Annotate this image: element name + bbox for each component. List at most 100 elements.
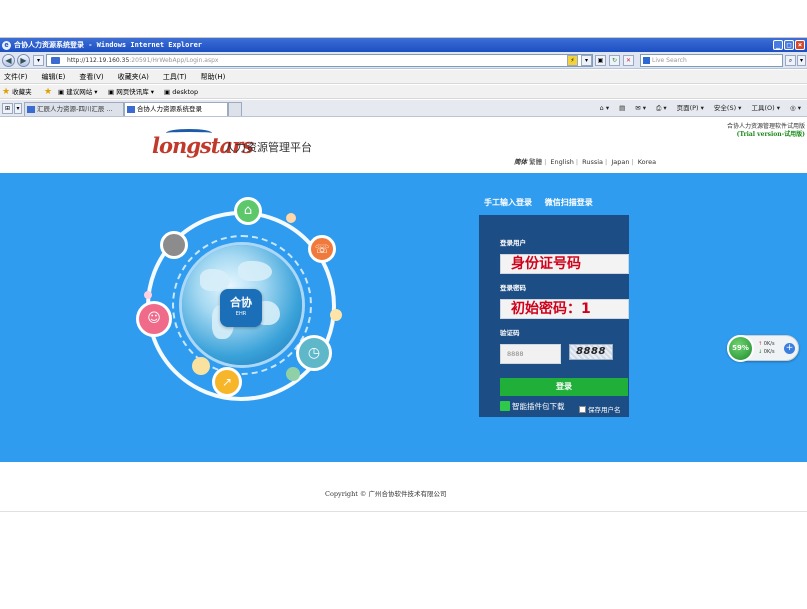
tab-wechat-login[interactable]: 微信扫描登录 [545,198,593,207]
trial-notice: (Trial version-试用版) [736,131,805,138]
minimize-icon[interactable]: _ [773,40,783,50]
ehr-badge: 合协 EHR [220,289,262,327]
favorites-add-icon[interactable]: ★ [44,85,52,99]
print-icon[interactable]: ⎙ ▾ [656,100,667,117]
network-monitor-widget[interactable]: 59% ↑ 0K/s ↓ 0K/s + [727,335,799,362]
tab-page-icon [127,106,135,113]
favorites-bar: ★ 收藏夹 ★ ▣ 建议网站 ▾ ▣ 网页快讯库 ▾ ▣ desktop [0,85,807,99]
add-favorite-icon: ★ [44,87,53,97]
login-button[interactable]: 登录 [500,378,628,396]
menu-edit[interactable]: 编辑(E) [42,70,66,83]
search-options-icon[interactable]: ▾ [797,55,806,66]
clock-bubble-icon: ◷ [296,335,332,371]
fav-web-slice[interactable]: ▣ 网页快讯库 ▾ [108,85,154,99]
login-banner: 合协 EHR ⌂ ☏ ☺ ◷ ↗ 手工输入登录 微信扫描登录 登录用户 身份证号… [0,173,807,462]
home-bubble-icon: ⌂ [234,197,262,225]
platform-title: 人力资源管理平台 [224,141,312,154]
phone-bubble-icon: ☏ [308,235,336,263]
search-placeholder: Live Search [652,57,687,64]
menu-view[interactable]: 查看(V) [79,70,103,83]
search-icon[interactable]: ⌕ [785,55,796,66]
captcha-input[interactable]: 8888 [500,344,561,364]
deco-dot-icon [192,357,210,375]
deco-dot-icon [330,309,342,321]
history-dropdown-icon[interactable]: ▾ [33,55,44,66]
command-bar: ⌂ ▾ ▤ ✉ ▾ ⎙ ▾ 页面(P) ▾ 安全(S) ▾ 工具(O) ▾ ◎ … [600,100,801,117]
safety-menu[interactable]: 安全(S) ▾ [714,100,742,117]
people-bubble-icon: ☺ [136,301,172,337]
window-title: 合协人力资源系统登录 - Windows Internet Explorer [14,41,203,49]
username-input[interactable]: 身份证号码 [500,254,629,274]
tools-menu[interactable]: 工具(O) ▾ [751,100,780,117]
address-path: :20591/HrWebApp/Login.aspx [129,57,219,64]
new-tab-button[interactable] [228,102,242,116]
network-usage-gauge: 59% [727,335,754,362]
ie-logo-icon: e [2,41,11,50]
network-speeds: ↑ 0K/s ↓ 0K/s [758,341,775,355]
lang-russia[interactable]: Russia [582,158,603,166]
download-icon [500,401,510,411]
menu-bar: 文件(F) 编辑(E) 查看(V) 收藏夹(A) 工具(T) 帮助(H) [0,70,807,84]
lang-simplified[interactable]: 简体 [514,158,527,166]
search-input[interactable]: Live Search [640,54,783,67]
lang-english[interactable]: English [550,158,573,166]
remember-username[interactable]: 保存用户名 [579,404,621,414]
copyright-text: Copyright © 广州合协软件技术有限公司 [325,490,447,498]
home-icon[interactable]: ⌂ ▾ [600,100,609,117]
compat-icon[interactable]: ⚡ [567,55,578,66]
page-menu[interactable]: 页面(P) ▾ [677,100,704,117]
username-label: 登录用户 [500,239,526,247]
lang-japan[interactable]: Japan [611,158,629,166]
accelerate-icon[interactable]: + [784,343,795,354]
desktop-background [0,0,807,38]
menu-favorites[interactable]: 收藏夹(A) [118,70,149,83]
deco-dot-icon [144,291,152,299]
refresh-icon[interactable]: ↻ [609,55,620,66]
fav-desktop[interactable]: ▣ desktop [164,85,198,99]
password-label: 登录密码 [500,284,526,292]
quick-tabs-icon[interactable]: ⊞ [2,103,13,114]
tab-page-icon [27,106,35,113]
back-icon[interactable]: ◀ [2,54,15,67]
gray-bubble-icon [160,231,188,259]
download-speed: 0K/s [763,349,775,355]
captcha-image[interactable]: 8888 [569,344,613,360]
window-titlebar[interactable]: e 合协人力资源系统登录 - Windows Internet Explorer… [0,38,807,52]
web-page: longstars 人力资源管理平台 合协人力资源管理软件试用版 (Trial … [0,117,807,512]
captcha-label: 验证码 [500,329,520,337]
window-controls: _ □ × [773,40,805,50]
menu-file[interactable]: 文件(F) [4,70,28,83]
favorites-button[interactable]: ★ 收藏夹 [2,85,32,99]
help-menu[interactable]: ◎ ▾ [790,100,801,117]
address-dropdown-icon[interactable]: ▾ [581,55,592,66]
chart-bubble-icon: ↗ [212,367,242,397]
menu-tools[interactable]: 工具(T) [163,70,187,83]
plugin-download-link[interactable]: 智能插件包下载 [500,401,565,412]
maximize-icon[interactable]: □ [784,40,794,50]
menu-help[interactable]: 帮助(H) [201,70,226,83]
close-icon[interactable]: × [795,40,805,50]
fav-suggested-sites[interactable]: ▣ 建议网站 ▾ [58,85,98,99]
tab-login[interactable]: 合协人力资源系统登录 [124,102,228,116]
remember-checkbox[interactable] [579,406,586,413]
lang-korea[interactable]: Korea [638,158,656,166]
tab-list-icon[interactable]: ▾ [14,103,22,114]
site-footer: Copyright © 广州合协软件技术有限公司 [0,462,807,512]
address-row: ◀ ▶ ▾ http://112.19.160.35:20591/HrWebAp… [0,52,807,69]
tab-huichen[interactable]: 汇辰人力资源-四川汇辰 ... [24,102,124,116]
mail-icon[interactable]: ✉ ▾ [635,100,646,117]
deco-dot-icon [286,367,300,381]
address-host: http://112.19.160.35 [67,57,130,64]
site-logo[interactable]: longstars 人力资源管理平台 [152,129,332,165]
forward-icon[interactable]: ▶ [17,54,30,67]
stop-icon[interactable]: ✕ [623,55,634,66]
login-mode-tabs: 手工输入登录 微信扫描登录 [484,197,603,208]
rss-icon[interactable]: ▣ [595,55,606,66]
feeds-icon[interactable]: ▤ [619,100,625,117]
lang-traditional[interactable]: 繁體 [529,158,542,166]
password-input[interactable]: 初始密码：1 [500,299,629,319]
tab-manual-login[interactable]: 手工输入登录 [484,198,532,207]
live-search-icon [643,57,650,64]
address-bar[interactable]: http://112.19.160.35:20591/HrWebApp/Logi… [46,54,593,67]
language-switcher: 简体 繁體 | English | Russia | Japan | Korea [514,158,657,166]
